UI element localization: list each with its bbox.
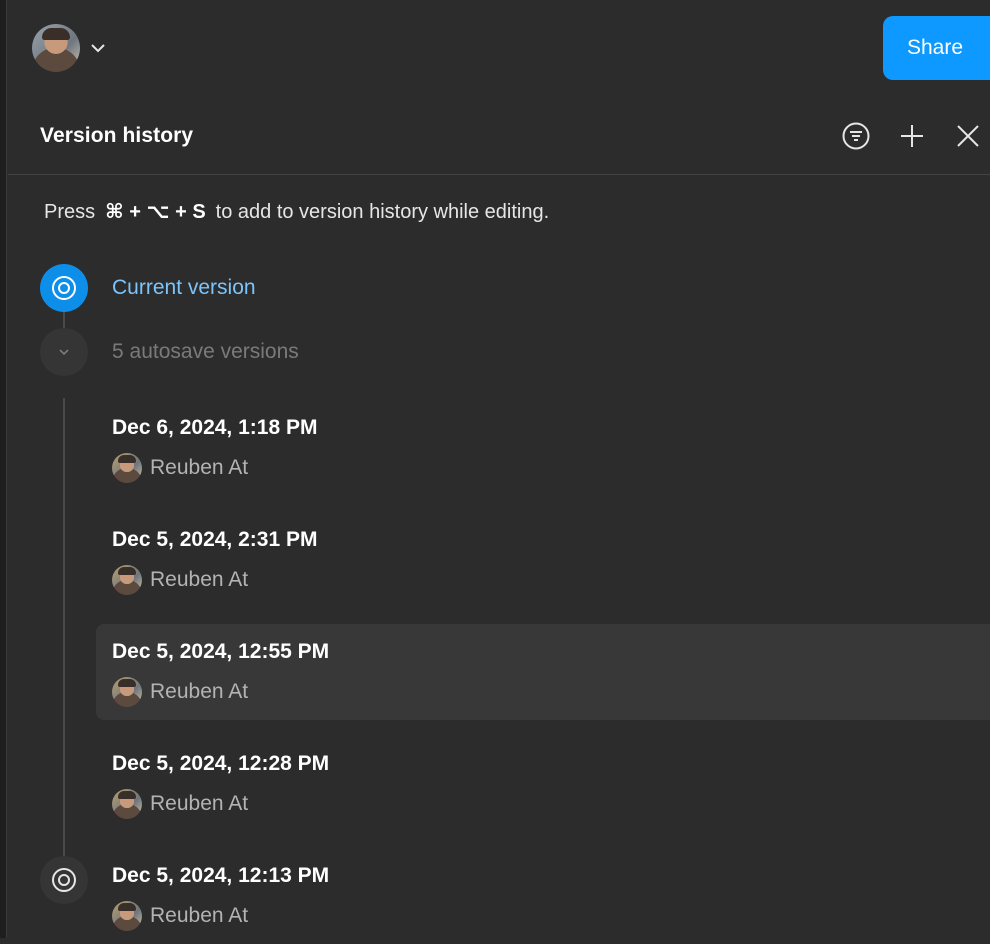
plus-icon[interactable] bbox=[894, 118, 930, 154]
autosave-group-label[interactable]: 5 autosave versions bbox=[112, 340, 299, 364]
version-item[interactable]: Dec 5, 2024, 12:13 PM Reuben At bbox=[96, 848, 990, 944]
close-icon[interactable] bbox=[950, 118, 986, 154]
hint-prefix: Press bbox=[44, 201, 96, 223]
filter-icon[interactable] bbox=[838, 118, 874, 154]
version-date: Dec 5, 2024, 12:55 PM bbox=[112, 640, 330, 663]
author-name: Reuben At bbox=[150, 904, 249, 927]
version-author: Reuben At bbox=[112, 676, 248, 708]
version-date: Dec 5, 2024, 12:28 PM bbox=[112, 752, 330, 775]
author-name: Reuben At bbox=[150, 456, 249, 479]
shortcut-hint: Press ⌘ + ⌥ + S to add to version history … bbox=[44, 199, 549, 224]
chevron-down-icon[interactable] bbox=[88, 38, 108, 58]
header-divider bbox=[8, 174, 990, 175]
shortcut-keys: ⌘ + ⌥ + S bbox=[105, 201, 206, 223]
collapse-toggle[interactable] bbox=[40, 328, 88, 376]
panel-title: Version history bbox=[40, 124, 194, 147]
version-item[interactable]: Dec 5, 2024, 2:31 PM Reuben At bbox=[96, 512, 990, 608]
version-date: Dec 5, 2024, 12:13 PM bbox=[112, 864, 330, 887]
version-item[interactable]: Dec 5, 2024, 12:28 PM Reuben At bbox=[96, 736, 990, 832]
version-item[interactable]: Dec 6, 2024, 1:18 PM Reuben At bbox=[96, 400, 990, 496]
chevron-down-icon bbox=[59, 348, 69, 355]
version-date: Dec 6, 2024, 1:18 PM bbox=[112, 416, 318, 439]
share-button[interactable]: Share bbox=[883, 16, 990, 80]
version-author: Reuben At bbox=[112, 564, 248, 596]
current-version-link[interactable]: Current version bbox=[112, 276, 256, 300]
version-item-selected[interactable]: Dec 5, 2024, 12:55 PM Reuben At bbox=[96, 624, 990, 720]
version-date: Dec 5, 2024, 2:31 PM bbox=[112, 528, 318, 551]
author-avatar bbox=[112, 789, 142, 819]
author-name: Reuben At bbox=[150, 568, 249, 591]
version-author: Reuben At bbox=[112, 788, 248, 820]
user-avatar[interactable] bbox=[32, 24, 80, 72]
author-name: Reuben At bbox=[150, 680, 249, 703]
author-avatar bbox=[112, 453, 142, 483]
timeline-line bbox=[63, 398, 65, 856]
hint-suffix: to add to version history while editing. bbox=[215, 201, 550, 223]
version-author: Reuben At bbox=[112, 452, 248, 484]
version-marker-icon bbox=[40, 856, 88, 904]
current-version-icon bbox=[40, 264, 88, 312]
author-avatar bbox=[112, 565, 142, 595]
author-name: Reuben At bbox=[150, 792, 249, 815]
author-avatar bbox=[112, 677, 142, 707]
author-avatar bbox=[112, 901, 142, 931]
canvas-edge bbox=[0, 0, 7, 938]
version-author: Reuben At bbox=[112, 900, 248, 932]
version-history-panel: Share Version history Press ⌘ + ⌥ + S to a… bbox=[8, 0, 990, 938]
